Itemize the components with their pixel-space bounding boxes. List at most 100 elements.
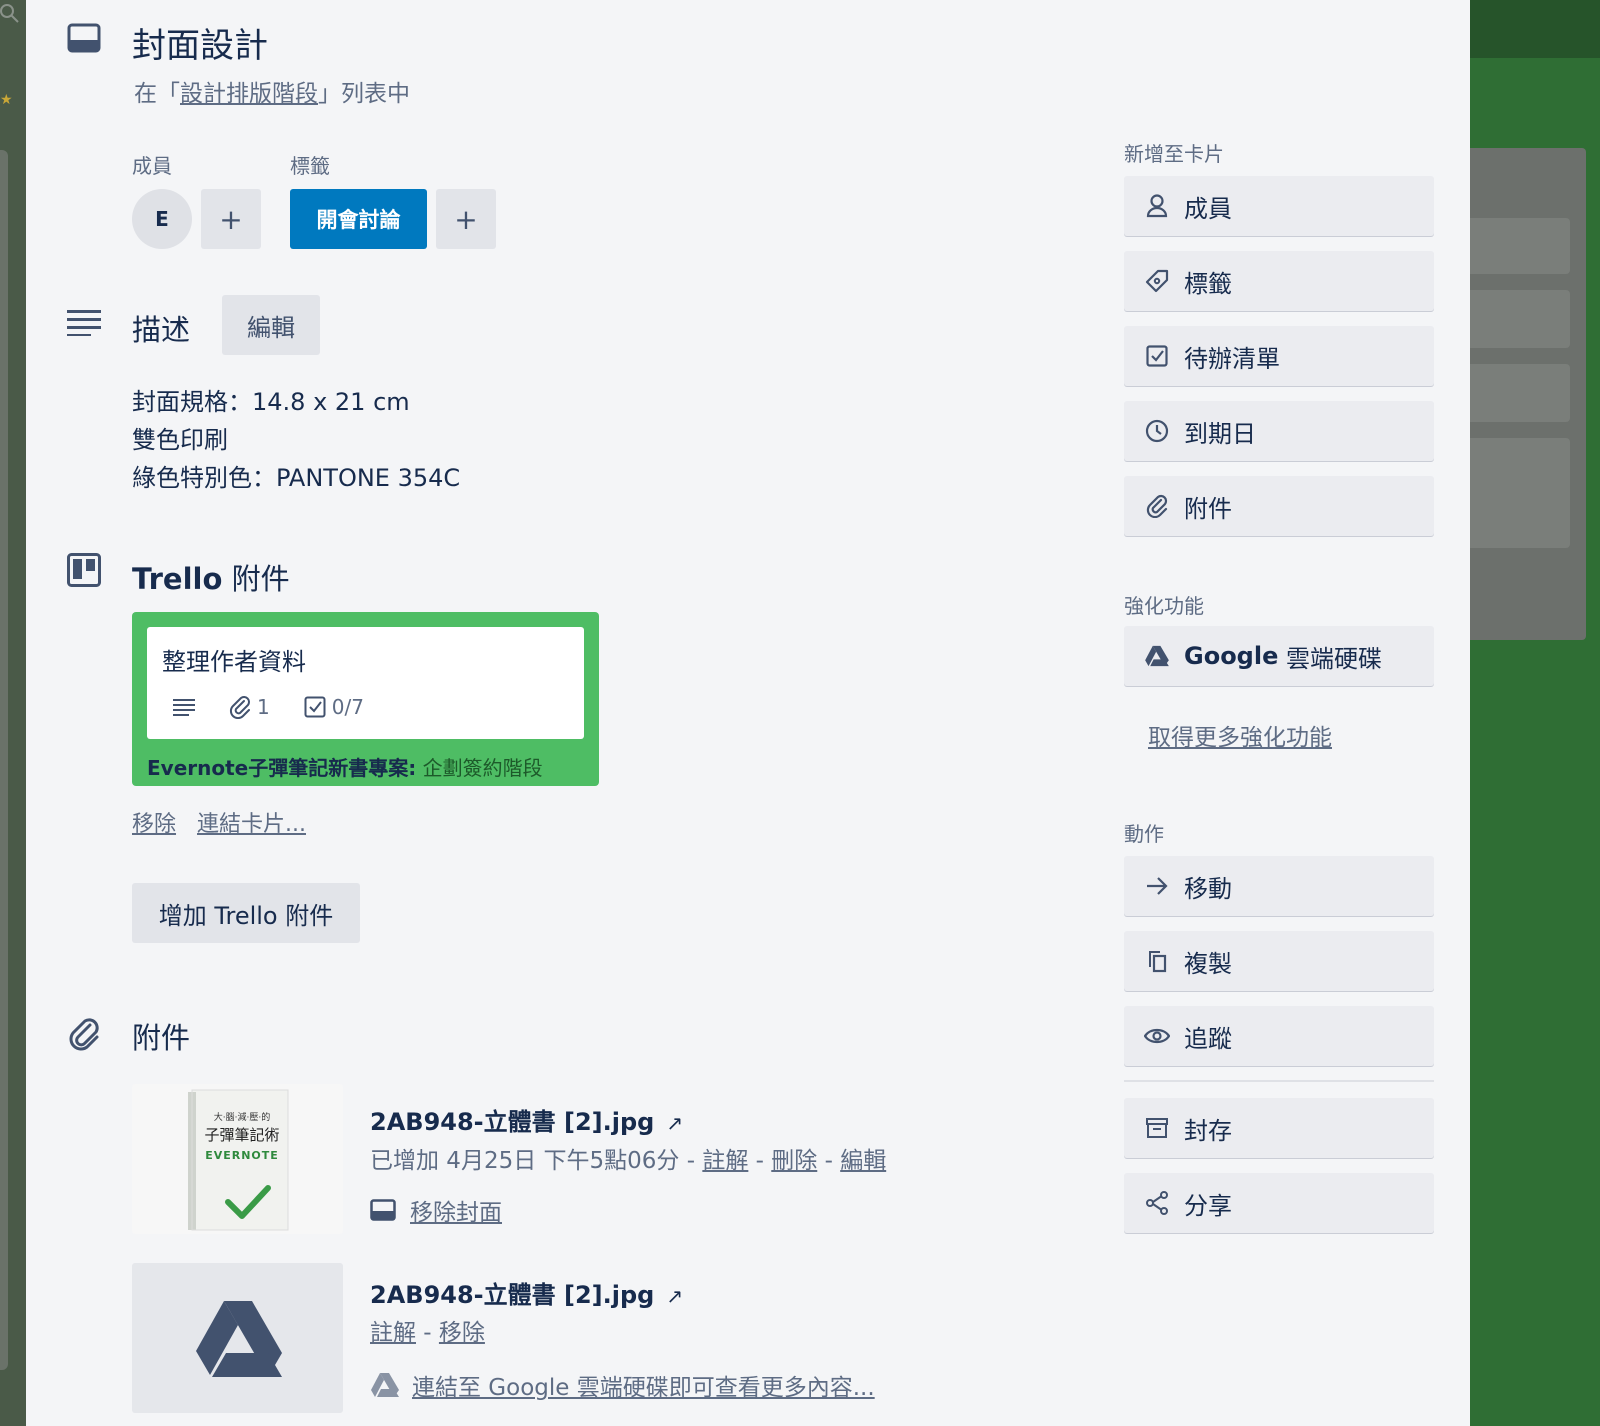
search-icon [0, 4, 20, 24]
label-chip[interactable]: 開會討論 [290, 189, 427, 249]
add-label-button[interactable]: + [436, 189, 496, 249]
eye-icon [1144, 1023, 1170, 1049]
edit-description-button[interactable]: 編輯 [222, 295, 320, 355]
card-title[interactable]: 封面設計 [132, 18, 268, 67]
sidebar-button-copy[interactable]: 複製 [1124, 931, 1434, 991]
attachment-thumbnail[interactable]: 大‧腦‧減‧壓‧的 子彈筆記術 EVERNOTE [132, 1084, 343, 1234]
board-background-right: ··· [1470, 0, 1600, 1426]
trello-attachment-actions: 移除 連結卡片... [132, 806, 320, 838]
background-list-column: ··· [1470, 148, 1586, 640]
sidebar-button-attachment[interactable]: 附件 [1124, 476, 1434, 536]
card-badges: 1 0/7 [173, 695, 398, 719]
edit-link[interactable]: 編輯 [840, 1148, 886, 1174]
attachment-thumbnail[interactable] [132, 1263, 343, 1413]
sidebar-button-label: 封存 [1184, 1116, 1232, 1145]
powerup-brand: Google [1184, 642, 1279, 670]
paperclip-icon [66, 1016, 102, 1052]
book-top-text: 大‧腦‧減‧壓‧的 [213, 1113, 271, 1123]
comment-link[interactable]: 註解 [370, 1320, 416, 1346]
open-external-icon[interactable]: ↗ [666, 1284, 683, 1308]
attachment-name[interactable]: 2AB948-立體書 [2].jpg ↗ [370, 1275, 683, 1310]
description-badge [173, 698, 195, 716]
linked-card[interactable]: 整理作者資料 1 0/7 [147, 627, 584, 739]
avatar[interactable]: E [132, 189, 192, 249]
more-powerups-link[interactable]: 取得更多強化功能 [1148, 718, 1332, 752]
sidebar-button-watch[interactable]: 追蹤 [1124, 1006, 1434, 1066]
remove-cover-link[interactable]: 移除封面 [410, 1193, 502, 1227]
linked-card-title: 整理作者資料 [162, 648, 306, 676]
attachment-badge: 1 [229, 695, 270, 719]
sidebar-button-label: 附件 [1184, 494, 1232, 523]
connect-drive-link[interactable]: 連結至 Google 雲端硬碟即可查看更多內容... [412, 1368, 875, 1402]
arrow-right-icon [1144, 873, 1170, 899]
background-list [0, 150, 8, 1370]
checklist-badge: 0/7 [304, 695, 364, 719]
sidebar-button-archive[interactable]: 封存 [1124, 1098, 1434, 1158]
drive-connect-row[interactable]: 連結至 Google 雲端硬碟即可查看更多內容... [370, 1368, 875, 1402]
background-card [1470, 438, 1570, 548]
tag-icon [1144, 268, 1170, 294]
attachment-count: 1 [257, 695, 270, 719]
attachment-filename[interactable]: 2AB948-立體書 [2].jpg [370, 1108, 654, 1136]
separator: - [817, 1148, 841, 1174]
book-title-text: 子彈筆記術 [204, 1126, 280, 1144]
cover-action[interactable]: 移除封面 [370, 1193, 502, 1227]
attachment-name[interactable]: 2AB948-立體書 [2].jpg ↗ [370, 1102, 683, 1137]
checklist-icon [304, 696, 326, 718]
person-icon [1144, 193, 1170, 219]
members-label: 成員 [132, 154, 172, 178]
board-background-left: ★ [0, 0, 26, 1426]
separator: - [748, 1148, 772, 1174]
connect-cards-link[interactable]: 連結卡片... [197, 812, 306, 837]
open-external-icon[interactable]: ↗ [666, 1111, 683, 1135]
trello-attachments-title: Trello 附件 [132, 556, 290, 598]
sidebar-button-move[interactable]: 移動 [1124, 856, 1434, 916]
sidebar-button-label: 待辦清單 [1184, 344, 1280, 373]
trello-attachment-card[interactable]: 整理作者資料 1 0/7 Evernote子彈筆記新書專案: 企劃簽約階段 [132, 612, 599, 786]
powerup-name: 雲端硬碟 [1278, 644, 1382, 673]
powerups-heading: 強化功能 [1124, 594, 1204, 618]
sidebar-button-share[interactable]: 分享 [1124, 1173, 1434, 1233]
comment-link[interactable]: 註解 [702, 1148, 748, 1174]
board-name: Evernote子彈筆記新書專案: [147, 756, 417, 780]
paperclip-icon [1144, 493, 1170, 519]
trello-attachments-word: 附件 [222, 562, 290, 596]
linked-card-board: Evernote子彈筆記新書專案: 企劃簽約階段 [147, 752, 543, 781]
sidebar-button-due-date[interactable]: 到期日 [1124, 401, 1434, 461]
list-name-link[interactable]: 設計排版階段 [180, 81, 318, 107]
attachment-added-date: 已增加 4月25日 下午5點06分 - [370, 1148, 703, 1174]
in-list-prefix: 在「 [134, 81, 180, 107]
paperclip-icon [229, 696, 250, 719]
trello-word: Trello [132, 562, 223, 596]
background-card [1470, 290, 1570, 348]
description-line: 封面規格：14.8 x 21 cm [132, 388, 410, 416]
share-icon [1144, 1190, 1170, 1216]
google-drive-powerup-button[interactable]: Google 雲端硬碟 [1124, 626, 1434, 686]
card-cover-icon [370, 1199, 396, 1221]
background-card [1470, 364, 1570, 422]
sidebar-button-labels[interactable]: 標籤 [1124, 251, 1434, 311]
sidebar-button-label: 複製 [1184, 949, 1232, 978]
checklist-count: 0/7 [331, 695, 364, 719]
attachment-filename[interactable]: 2AB948-立體書 [2].jpg [370, 1281, 654, 1309]
star-icon: ★ [0, 92, 13, 108]
trello-board-icon [66, 552, 102, 588]
card-list-location: 在「設計排版階段」列表中 [134, 74, 410, 108]
card-detail-modal: 封面設計 在「設計排版階段」列表中 成員 標籤 E + 開會討論 + 描述 編輯… [26, 0, 1470, 1426]
remove-link[interactable]: 移除 [439, 1320, 485, 1346]
description-icon [66, 304, 102, 340]
attachment-meta: 已增加 4月25日 下午5點06分 - 註解 - 刪除 - 編輯 [370, 1141, 886, 1175]
delete-link[interactable]: 刪除 [771, 1148, 817, 1174]
sidebar-button-members[interactable]: 成員 [1124, 176, 1434, 236]
sidebar-button-checklist[interactable]: 待辦清單 [1124, 326, 1434, 386]
background-card [1470, 218, 1570, 274]
description-title: 描述 [132, 313, 191, 347]
sidebar-button-label: 分享 [1184, 1191, 1232, 1220]
sidebar-button-label: 標籤 [1184, 269, 1232, 298]
description-line: 雙色印刷 [132, 426, 228, 454]
add-trello-attachment-button[interactable]: 增加 Trello 附件 [132, 883, 360, 943]
labels-label: 標籤 [290, 154, 330, 178]
add-member-button[interactable]: + [201, 189, 261, 249]
remove-trello-attachment-link[interactable]: 移除 [132, 812, 176, 837]
google-drive-icon [1144, 643, 1170, 669]
